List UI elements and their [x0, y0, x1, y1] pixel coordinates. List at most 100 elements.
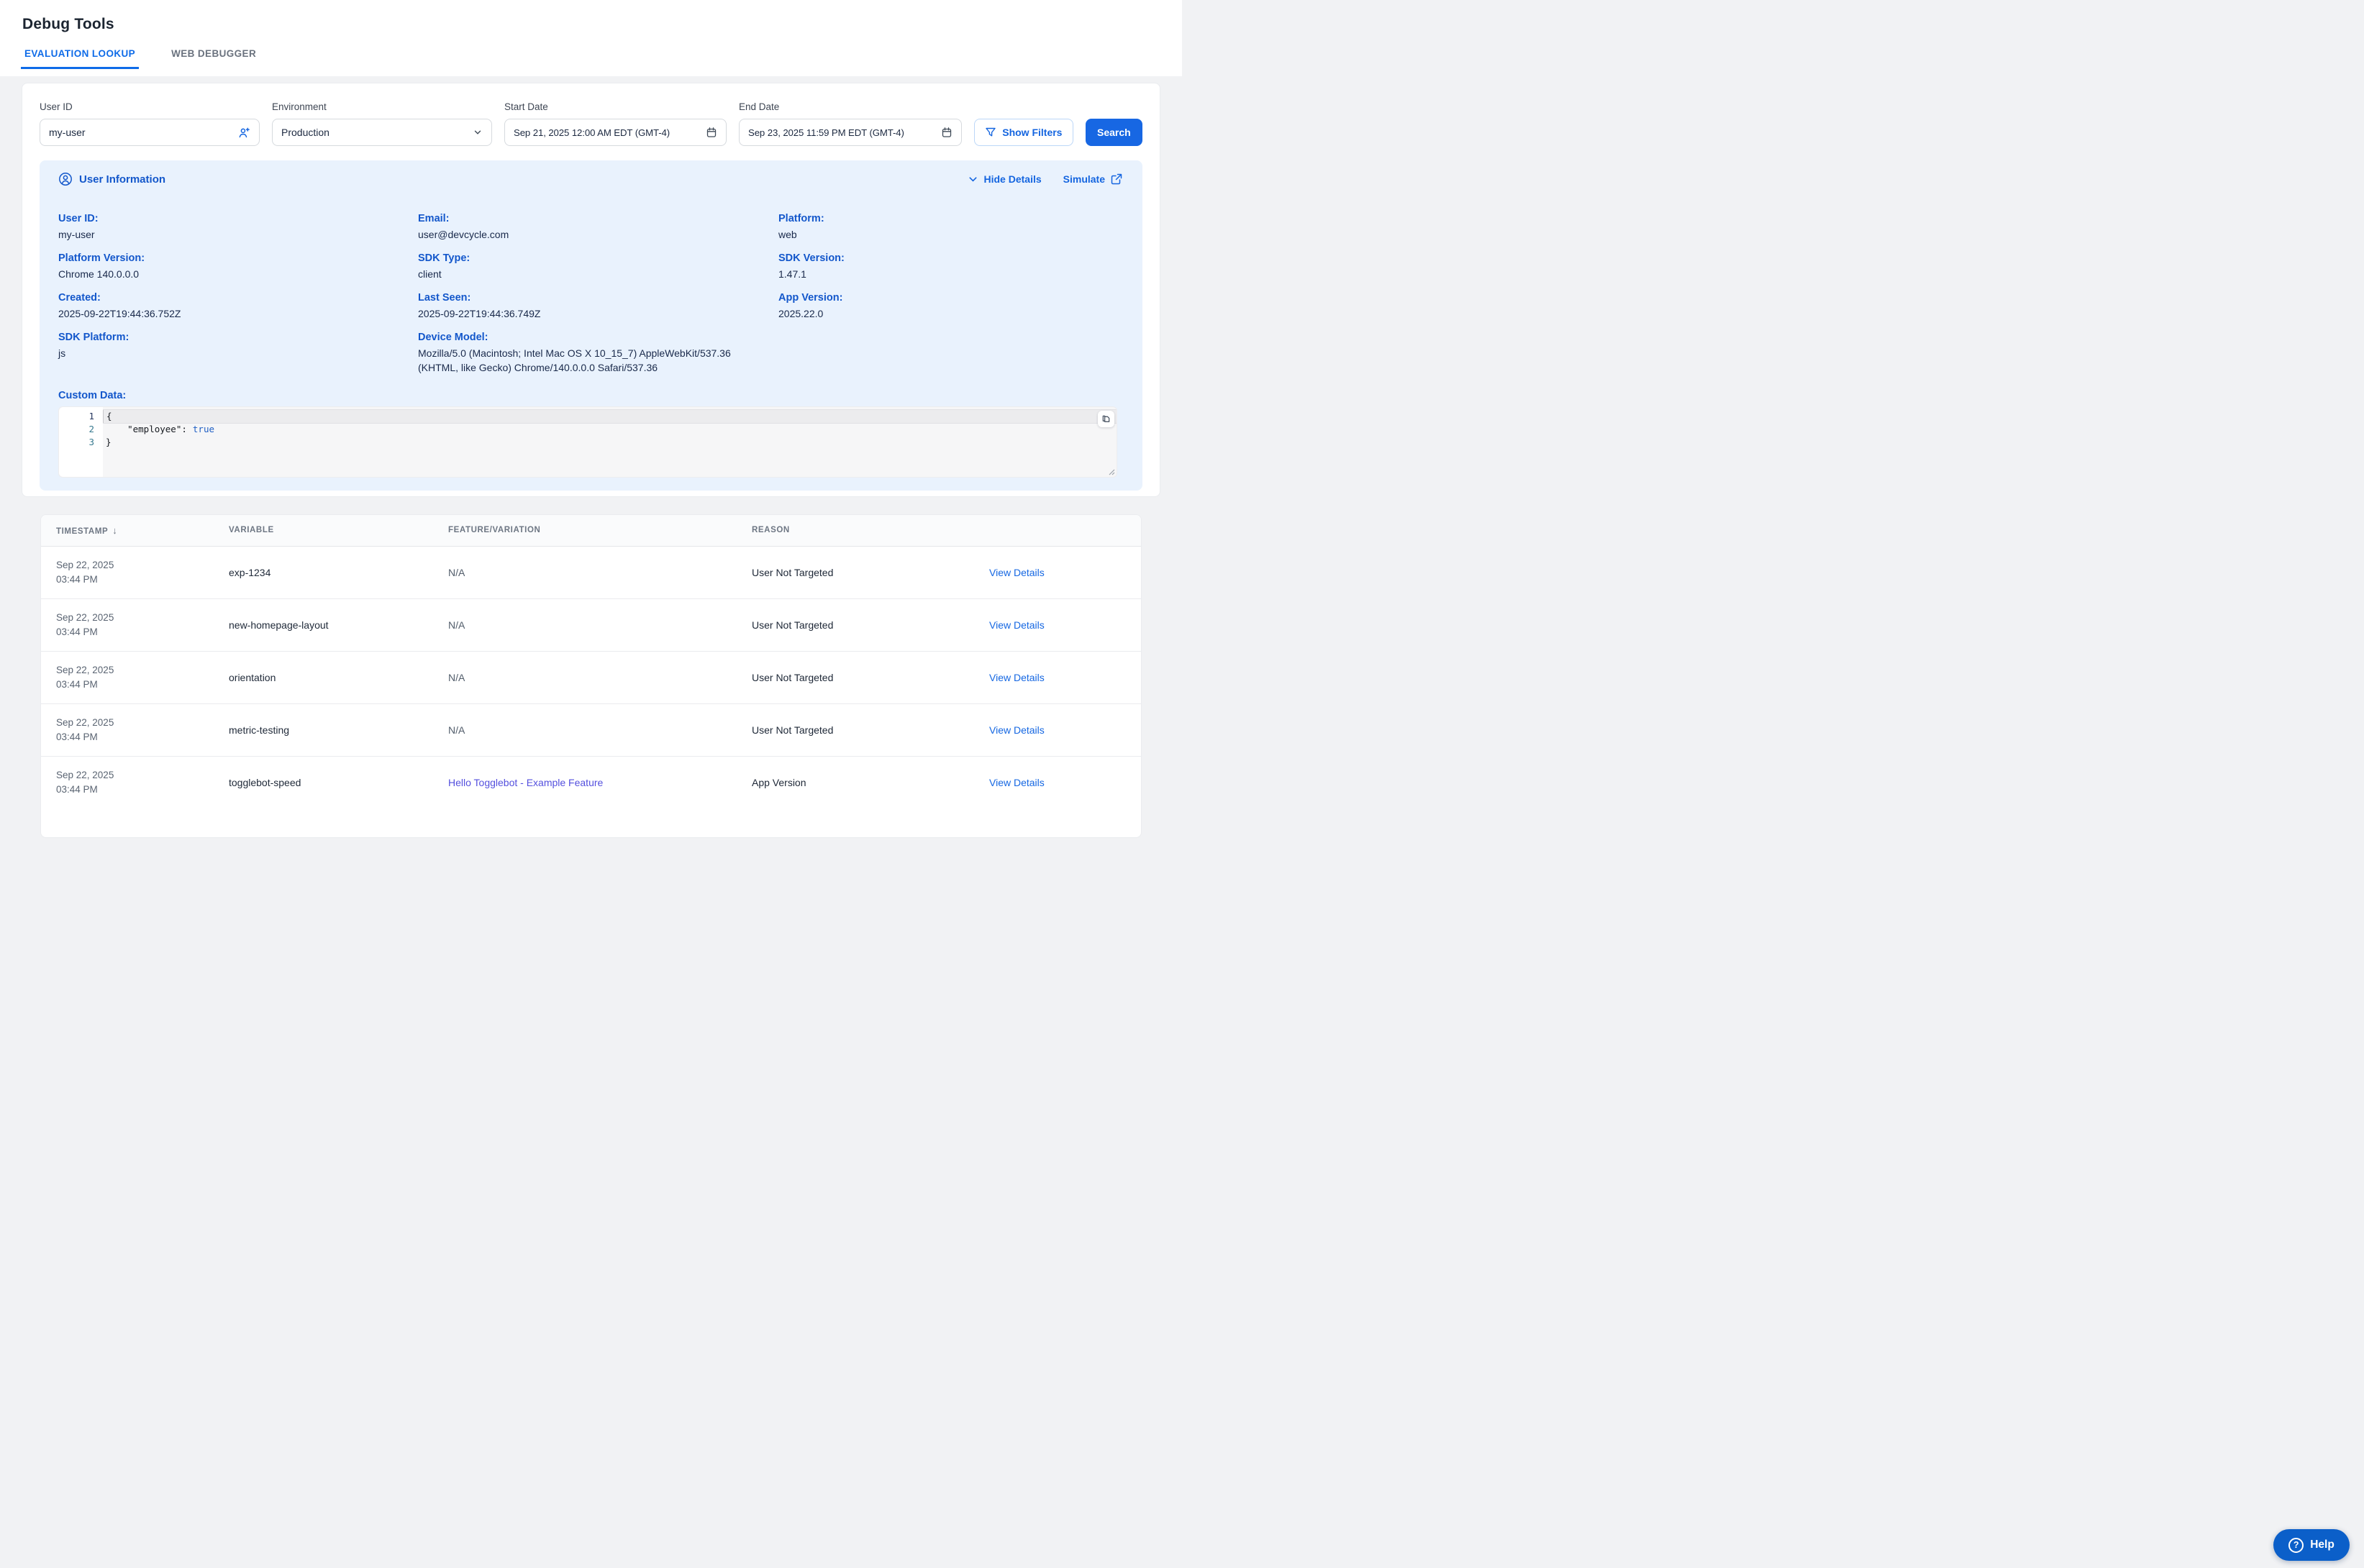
variable-cell: metric-testing [229, 703, 448, 756]
resize-handle-icon[interactable] [1108, 468, 1115, 475]
search-button[interactable]: Search [1086, 119, 1142, 146]
start-date-input[interactable]: Sep 21, 2025 12:00 AM EDT (GMT-4) [504, 119, 727, 146]
show-filters-button[interactable]: Show Filters [974, 119, 1073, 146]
info-field-last-seen: Last Seen: 2025-09-22T19:44:36.749Z [418, 291, 778, 321]
view-details-link[interactable]: View Details [989, 567, 1045, 578]
user-id-field: User ID my-user [40, 101, 260, 146]
environment-label: Environment [272, 101, 492, 114]
feature-cell: N/A [448, 703, 752, 756]
evaluation-lookup-card: User ID my-user Environment Production [22, 83, 1160, 497]
feature-cell: N/A [448, 598, 752, 651]
reason-cell: User Not Targeted [752, 546, 989, 598]
feature-link[interactable]: Hello Togglebot - Example Feature [448, 777, 603, 788]
header-variable: VARIABLE [229, 515, 448, 546]
info-field-sdk-type: SDK Type: client [418, 252, 778, 281]
copy-button[interactable] [1098, 411, 1114, 427]
reason-cell: User Not Targeted [752, 651, 989, 703]
question-mark-icon: ? [2288, 1538, 2304, 1553]
sort-descending-icon[interactable]: ↓ [112, 525, 117, 536]
variable-cell: new-homepage-layout [229, 598, 448, 651]
page-title: Debug Tools [22, 0, 1182, 33]
table-header-row: TIMESTAMP↓ VARIABLE FEATURE/VARIATION RE… [41, 515, 1142, 546]
reason-cell: App Version [752, 756, 989, 808]
table-row: Sep 22, 202503:44 PM orientation N/A Use… [41, 651, 1142, 703]
code-line-1: { [103, 410, 1117, 423]
panel-title: User Information [79, 173, 165, 186]
info-field-created: Created: 2025-09-22T19:44:36.752Z [58, 291, 418, 321]
user-id-value: my-user [49, 127, 238, 138]
hide-details-button[interactable]: Hide Details [968, 173, 1042, 185]
end-date-input[interactable]: Sep 23, 2025 11:59 PM EDT (GMT-4) [739, 119, 962, 146]
page-content: User ID my-user Environment Production [0, 83, 1182, 838]
reason-cell: User Not Targeted [752, 598, 989, 651]
variable-cell: togglebot-speed [229, 756, 448, 808]
reason-cell: User Not Targeted [752, 703, 989, 756]
variable-cell: exp-1234 [229, 546, 448, 598]
filter-funnel-icon [985, 127, 996, 138]
header-timestamp[interactable]: TIMESTAMP↓ [41, 515, 229, 546]
info-field-app-version: App Version: 2025.22.0 [778, 291, 1122, 321]
variable-cell: orientation [229, 651, 448, 703]
info-field-platform-version: Platform Version: Chrome 140.0.0.0 [58, 252, 418, 281]
chevron-down-icon [968, 174, 978, 185]
end-date-field: End Date Sep 23, 2025 11:59 PM EDT (GMT-… [739, 101, 962, 146]
info-field-device-model: Device Model: Mozilla/5.0 (Macintosh; In… [418, 331, 778, 375]
user-id-label: User ID [40, 101, 260, 114]
code-gutter: 1 2 3 [59, 407, 103, 477]
chevron-down-icon [473, 127, 483, 137]
user-id-input[interactable]: my-user [40, 119, 260, 146]
environment-value: Production [281, 127, 473, 138]
tab-web-debugger[interactable]: WEB DEBUGGER [168, 48, 260, 69]
info-field-user-id: User ID: my-user [58, 212, 418, 242]
view-details-link[interactable]: View Details [989, 724, 1045, 736]
header-feature-variation: FEATURE/VARIATION [448, 515, 752, 546]
user-circle-icon [58, 172, 73, 186]
evaluations-table-card: TIMESTAMP↓ VARIABLE FEATURE/VARIATION RE… [40, 514, 1142, 838]
view-details-link[interactable]: View Details [989, 619, 1045, 631]
filters-row: User ID my-user Environment Production [40, 101, 1142, 146]
calendar-icon[interactable] [706, 127, 717, 138]
table-row: Sep 22, 202503:44 PM togglebot-speed Hel… [41, 756, 1142, 808]
copy-icon [1101, 414, 1111, 424]
help-label: Help [2310, 1539, 2335, 1551]
feature-cell: N/A [448, 546, 752, 598]
timestamp-cell: Sep 22, 202503:44 PM [56, 768, 229, 797]
tab-bar: EVALUATION LOOKUP WEB DEBUGGER [22, 48, 1182, 69]
search-label: Search [1097, 127, 1131, 138]
custom-data-label: Custom Data: [58, 389, 1122, 402]
end-date-label: End Date [739, 101, 962, 114]
external-link-icon [1111, 173, 1122, 185]
simulate-label: Simulate [1063, 173, 1105, 185]
view-details-link[interactable]: View Details [989, 777, 1045, 788]
add-user-icon[interactable] [238, 127, 250, 139]
custom-data-editor[interactable]: 1 2 3 { "employee":true } [58, 406, 1117, 478]
user-information-panel: User Information Hide Details Simulate [40, 160, 1142, 491]
simulate-button[interactable]: Simulate [1063, 173, 1122, 185]
environment-field: Environment Production [272, 101, 492, 146]
timestamp-cell: Sep 22, 202503:44 PM [56, 716, 229, 744]
timestamp-cell: Sep 22, 202503:44 PM [56, 663, 229, 692]
start-date-field: Start Date Sep 21, 2025 12:00 AM EDT (GM… [504, 101, 727, 146]
header-actions [989, 515, 1142, 546]
header-reason: REASON [752, 515, 989, 546]
table-row: Sep 22, 202503:44 PM exp-1234 N/A User N… [41, 546, 1142, 598]
timestamp-cell: Sep 22, 202503:44 PM [56, 558, 229, 587]
timestamp-cell: Sep 22, 202503:44 PM [56, 611, 229, 639]
top-bar: Debug Tools EVALUATION LOOKUP WEB DEBUGG… [0, 0, 1182, 76]
evaluations-table: TIMESTAMP↓ VARIABLE FEATURE/VARIATION RE… [41, 515, 1142, 808]
environment-select[interactable]: Production [272, 119, 492, 146]
help-button[interactable]: ? Help [2273, 1529, 2350, 1561]
show-filters-label: Show Filters [1002, 127, 1062, 138]
tab-evaluation-lookup[interactable]: EVALUATION LOOKUP [21, 48, 139, 69]
code-lines: { "employee":true } [103, 407, 1117, 449]
calendar-icon[interactable] [941, 127, 953, 138]
user-info-grid: User ID: my-user Email: user@devcycle.co… [58, 212, 1122, 375]
table-row: Sep 22, 202503:44 PM new-homepage-layout… [41, 598, 1142, 651]
start-date-label: Start Date [504, 101, 727, 114]
end-date-value: Sep 23, 2025 11:59 PM EDT (GMT-4) [748, 127, 941, 138]
code-line-2: "employee":true [103, 423, 1117, 436]
info-field-sdk-version: SDK Version: 1.47.1 [778, 252, 1122, 281]
info-field-email: Email: user@devcycle.com [418, 212, 778, 242]
table-row: Sep 22, 202503:44 PM metric-testing N/A … [41, 703, 1142, 756]
view-details-link[interactable]: View Details [989, 672, 1045, 683]
